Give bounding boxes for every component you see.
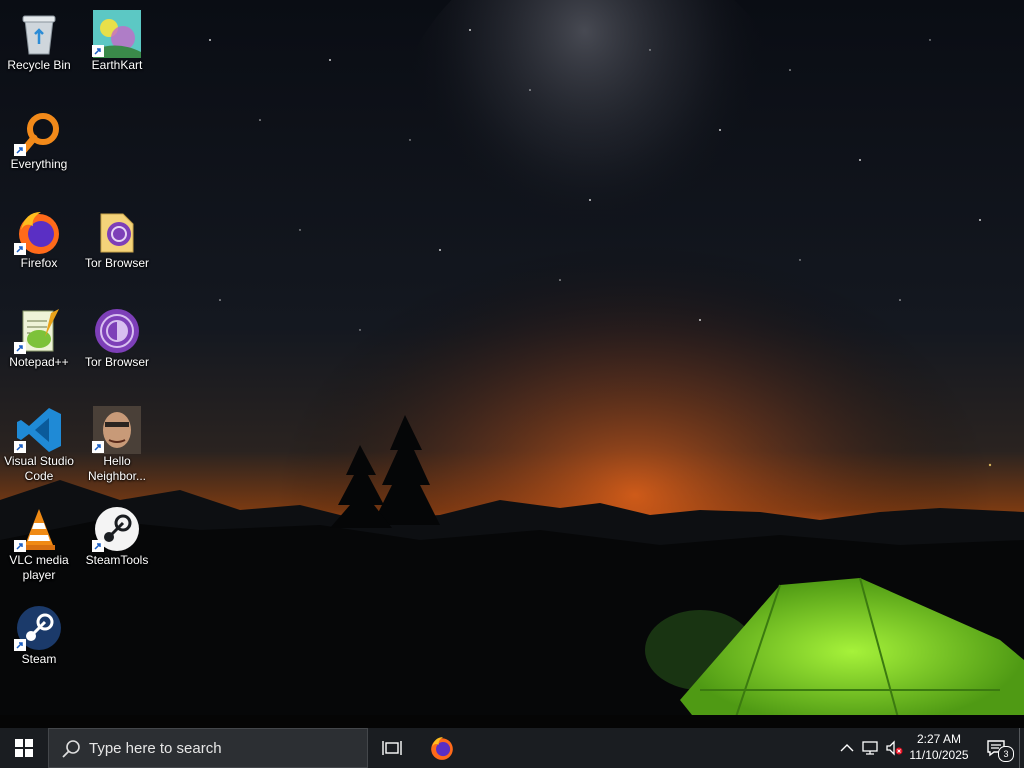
shortcut-arrow-icon [14,242,26,255]
desktop-icon-everything[interactable]: Everything [0,105,78,197]
shortcut-arrow-icon [14,341,26,354]
shortcut-arrow-icon [14,440,26,453]
shortcut-arrow-icon [14,638,26,651]
network-button[interactable] [858,728,882,768]
search-placeholder: Type here to search [89,740,222,757]
desktop-icon-tor-browser[interactable]: Tor Browser [78,303,156,395]
notification-count-badge: 3 [998,746,1014,762]
taskbar: Type here to search 2:27 AM 11/10/2025 3 [0,728,1024,768]
shortcut-arrow-icon [92,539,104,552]
task-view-icon [382,741,402,755]
action-center-button[interactable]: 3 [976,728,1016,768]
icon-label: Steam [21,652,57,666]
desktop-icon-hello-neighbor[interactable]: Hello Neighbor... [78,402,156,494]
taskbar-search-box[interactable]: Type here to search [48,728,368,768]
start-button[interactable] [0,728,48,768]
icon-label: Recycle Bin [7,58,71,72]
shortcut-arrow-icon [14,143,26,156]
volume-muted-icon [886,740,903,756]
desktop-icon-recycle-bin[interactable]: Recycle Bin [0,6,78,98]
desktop-icon-earthkart[interactable]: EarthKart [78,6,156,98]
search-icon [62,740,80,758]
desktop-icon-vscode[interactable]: Visual Studio Code [0,402,78,494]
clock-time: 2:27 AM [916,732,962,746]
chevron-up-icon [840,744,854,752]
icon-label: Everything [10,157,68,171]
tor-folder-icon [93,208,141,256]
show-hidden-icons-button[interactable] [836,728,858,768]
icon-label: Visual Studio Code [4,454,74,483]
icon-label: VLC media player [9,553,69,582]
desktop-icon-notepadpp[interactable]: Notepad++ [0,303,78,395]
tor-browser-icon [93,307,141,355]
icon-label: Hello Neighbor... [87,454,147,483]
icon-label: Firefox [20,256,58,270]
icon-label: EarthKart [91,58,143,72]
icon-label: SteamTools [85,553,149,567]
windows-logo-icon [15,739,33,757]
show-desktop-button[interactable] [1019,728,1024,768]
network-icon [862,741,878,755]
desktop-icon-tor-folder[interactable]: Tor Browser [78,204,156,296]
shortcut-arrow-icon [14,539,26,552]
recycle-bin-icon [15,10,63,58]
taskbar-clock[interactable]: 2:27 AM 11/10/2025 [904,731,974,765]
firefox-icon [431,737,453,760]
volume-button[interactable] [882,728,906,768]
taskbar-firefox-button[interactable] [418,728,466,768]
icon-label: Tor Browser [84,355,149,369]
desktop-icon-steam[interactable]: Steam [0,600,78,692]
desktop-icon-steamtools[interactable]: SteamTools [78,501,156,593]
task-view-button[interactable] [368,728,416,768]
shortcut-arrow-icon [92,440,104,453]
clock-date: 11/10/2025 [909,748,969,762]
desktop-icon-firefox[interactable]: Firefox [0,204,78,296]
icon-label: Tor Browser [84,256,149,270]
icon-label: Notepad++ [9,355,69,369]
shortcut-arrow-icon [92,44,104,57]
desktop-icon-vlc[interactable]: VLC media player [0,501,78,593]
